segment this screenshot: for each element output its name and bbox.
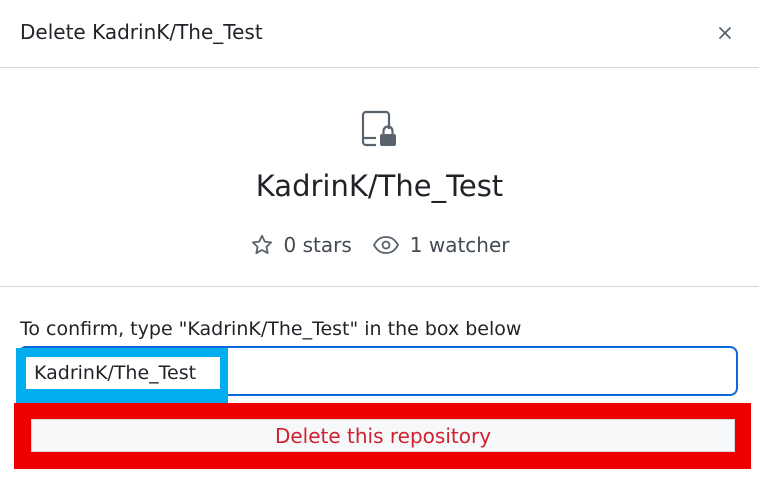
dialog-header: Delete KadrinK/The_Test — [0, 0, 759, 68]
dialog-title: Delete KadrinK/The_Test — [20, 20, 263, 44]
typed-value-highlight: KadrinK/The_Test — [16, 348, 228, 403]
repository-stats: 0 stars 1 watcher — [0, 230, 759, 260]
close-button[interactable] — [708, 16, 742, 50]
x-icon — [719, 27, 731, 39]
typed-value: KadrinK/The_Test — [26, 357, 220, 389]
eye-icon — [372, 236, 399, 254]
stars-count: 0 stars — [250, 233, 352, 257]
stars-label: 0 stars — [283, 233, 352, 257]
delete-repository-button[interactable]: Delete this repository — [31, 419, 735, 452]
delete-repository-dialog: Delete KadrinK/The_Test KadrinK/The_Test… — [0, 0, 759, 484]
repository-summary: KadrinK/The_Test 0 stars 1 watcher — [0, 68, 759, 287]
watchers-label: 1 watcher — [409, 233, 510, 257]
star-icon — [251, 234, 272, 254]
repository-name: KadrinK/The_Test — [255, 169, 504, 203]
confirm-instructions: To confirm, type "KadrinK/The_Test" in t… — [20, 318, 522, 340]
watchers-count: 1 watcher — [372, 233, 510, 257]
repo-locked-icon — [361, 110, 396, 147]
